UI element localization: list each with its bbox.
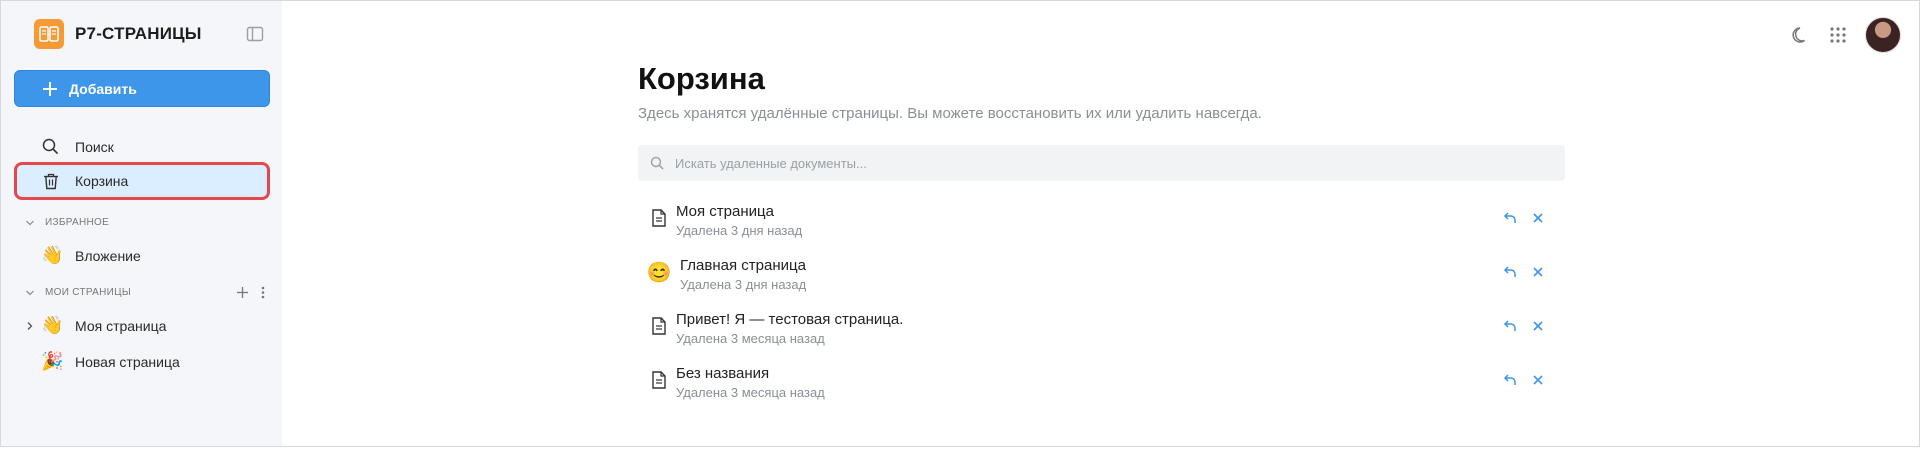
app-name: Р7-СТРАНИЦЫ (75, 24, 202, 43)
search-icon (650, 156, 664, 170)
list-item[interactable]: Моя страница Удалена 3 дня назад (638, 195, 1565, 249)
page-title: Корзина (638, 61, 765, 96)
deleted-documents-list: Моя страница Удалена 3 дня назад 😊 Главн… (638, 195, 1565, 411)
page-item-new-page[interactable]: 🎉 Новая страница (41, 351, 180, 372)
list-item[interactable]: Привет! Я — тестовая страница. Удалена 3… (638, 303, 1565, 357)
restore-icon[interactable] (1503, 265, 1517, 279)
top-right-controls (1791, 17, 1901, 53)
more-options-icon[interactable] (261, 286, 265, 299)
sidebar-toggle-icon[interactable] (246, 25, 264, 43)
restore-icon[interactable] (1503, 319, 1517, 333)
chevron-down-icon (26, 220, 34, 225)
document-name: Главная страница (680, 257, 806, 274)
page-item-my-page[interactable]: 👋 Моя страница (25, 315, 166, 336)
document-name: Привет! Я — тестовая страница. (676, 311, 904, 328)
document-deleted-time: Удалена 3 месяца назад (676, 331, 825, 346)
favorites-section-title: ИЗБРАННОЕ (45, 217, 110, 228)
sidebar-item-trash[interactable]: Корзина (14, 162, 270, 200)
sidebar-item-search[interactable]: Поиск (14, 130, 270, 163)
page-subtitle: Здесь хранятся удалённые страницы. Вы мо… (638, 105, 1262, 122)
delete-forever-icon[interactable] (1531, 211, 1545, 225)
delete-forever-icon[interactable] (1531, 319, 1545, 333)
chevron-right-icon[interactable] (25, 321, 35, 331)
app-logo-icon (34, 19, 64, 49)
moon-icon[interactable] (1791, 25, 1811, 45)
apps-grid-icon[interactable] (1829, 26, 1847, 44)
favorites-section-header[interactable]: ИЗБРАННОЕ (25, 217, 265, 228)
document-icon (648, 315, 670, 337)
list-item[interactable]: 😊 Главная страница Удалена 3 дня назад (638, 249, 1565, 303)
search-icon (42, 138, 59, 155)
search-input[interactable] (673, 154, 1527, 172)
sidebar-item-label: Поиск (75, 138, 114, 155)
my-pages-section-title: МОИ СТРАНИЦЫ (45, 287, 132, 298)
party-emoji-icon: 🎉 (41, 351, 64, 371)
sidebar: Р7-СТРАНИЦЫ Добавить Поиск Корзина ИЗБРА… (1, 1, 282, 446)
list-item[interactable]: Без названия Удалена 3 месяца назад (638, 357, 1565, 411)
restore-icon[interactable] (1503, 373, 1517, 387)
favorite-item[interactable]: 👋 Вложение (41, 245, 141, 266)
add-button[interactable]: Добавить (14, 70, 270, 107)
page-item-label: Новая страница (75, 353, 180, 370)
plus-icon (43, 81, 57, 96)
document-name: Моя страница (676, 203, 774, 220)
add-page-icon[interactable] (236, 286, 249, 299)
document-icon (648, 369, 670, 391)
add-button-label: Добавить (69, 80, 137, 97)
chevron-down-icon (26, 290, 34, 295)
wave-emoji-icon: 👋 (41, 245, 64, 265)
my-pages-section-header[interactable]: МОИ СТРАНИЦЫ (25, 286, 265, 299)
trash-page: Корзина Здесь хранятся удалённые страниц… (638, 61, 1565, 411)
smile-emoji-icon: 😊 (646, 261, 672, 284)
delete-forever-icon[interactable] (1531, 373, 1545, 387)
document-deleted-time: Удалена 3 месяца назад (676, 385, 825, 400)
document-icon (648, 207, 670, 229)
document-name: Без названия (676, 365, 770, 382)
favorite-item-label: Вложение (75, 247, 141, 264)
brand: Р7-СТРАНИЦЫ (34, 19, 202, 49)
sidebar-item-label: Корзина (75, 173, 129, 189)
page-item-label: Моя страница (75, 317, 167, 334)
delete-forever-icon[interactable] (1531, 265, 1545, 279)
restore-icon[interactable] (1503, 211, 1517, 225)
avatar[interactable] (1865, 17, 1901, 53)
wave-emoji-icon: 👋 (41, 315, 64, 335)
trash-icon (42, 173, 59, 190)
app-window: Р7-СТРАНИЦЫ Добавить Поиск Корзина ИЗБРА… (0, 0, 1920, 447)
document-deleted-time: Удалена 3 дня назад (680, 277, 807, 292)
document-deleted-time: Удалена 3 дня назад (676, 223, 803, 238)
trash-search[interactable] (638, 145, 1565, 181)
